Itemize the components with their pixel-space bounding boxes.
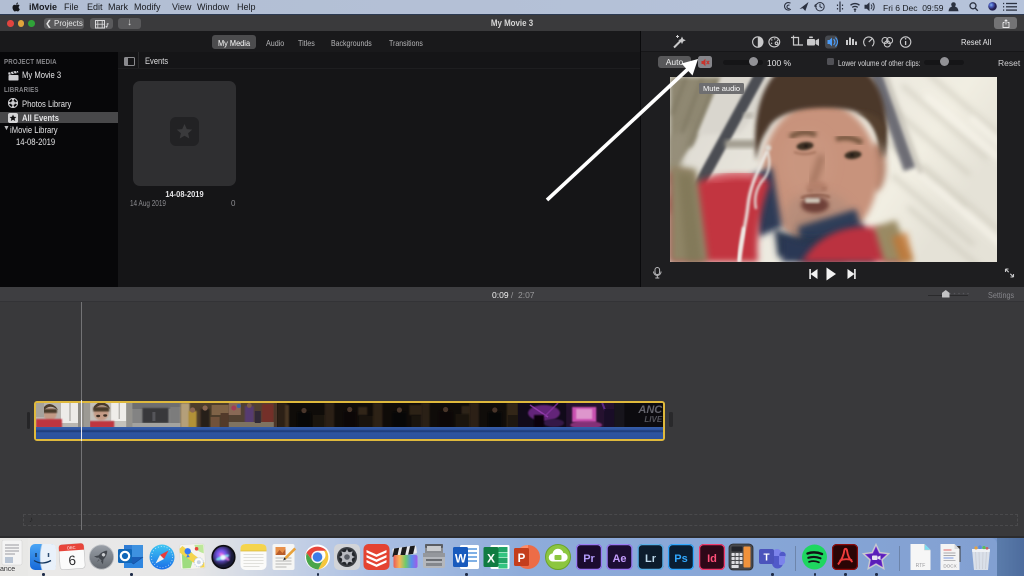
svg-text:DOCX: DOCX — [943, 564, 956, 569]
svg-text:T: T — [763, 553, 769, 564]
svg-text:RTF: RTF — [916, 563, 926, 569]
svg-text:Id: Id — [707, 553, 717, 565]
svg-text:Ps: Ps — [674, 553, 687, 565]
svg-text:DEC: DEC — [67, 545, 76, 551]
svg-text:P: P — [518, 553, 526, 565]
svg-text:LIVE: LIVE — [644, 415, 662, 424]
svg-text:6: 6 — [68, 553, 77, 568]
svg-text:X: X — [487, 552, 495, 566]
svg-text:Ae: Ae — [612, 553, 626, 565]
svg-text:Pr: Pr — [583, 553, 595, 565]
svg-text:Lr: Lr — [645, 553, 657, 565]
svg-text:W: W — [455, 552, 467, 566]
